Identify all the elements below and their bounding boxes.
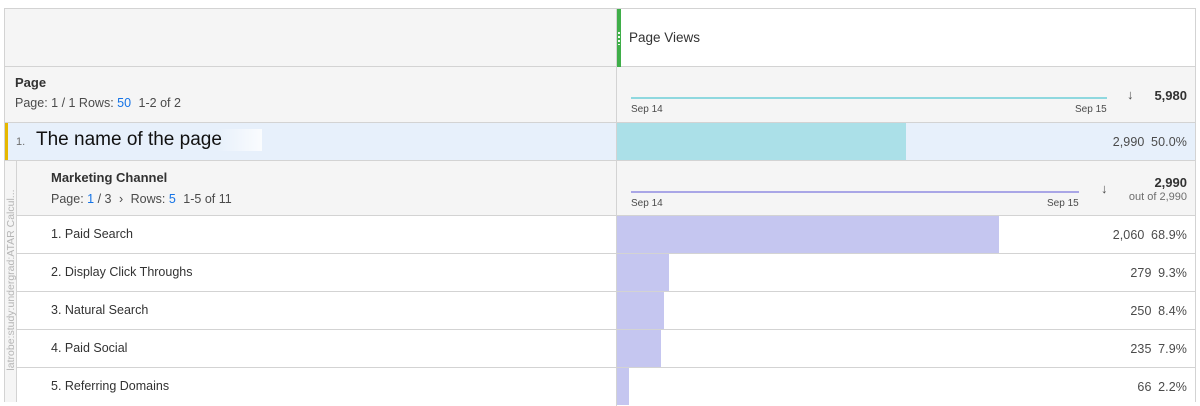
breakdown-title[interactable]: Marketing Channel bbox=[51, 170, 167, 185]
breakdown-row[interactable]: 3. Natural Search 250 8.4% bbox=[17, 292, 1195, 330]
sort-descending-icon[interactable]: ↓ bbox=[1127, 87, 1134, 102]
row-value: 250 bbox=[1130, 304, 1152, 318]
metric-column-header[interactable]: Page Views bbox=[617, 9, 1195, 67]
sparkline-end-label: Sep 15 bbox=[1075, 104, 1107, 115]
row-value: 2,990 bbox=[1112, 135, 1145, 149]
row-value-text: 2,060 68.9% bbox=[1113, 228, 1187, 242]
row-value-bar bbox=[617, 123, 906, 160]
page-sparkline bbox=[631, 97, 1107, 99]
row-value-text: 2,990 50.0% bbox=[1113, 135, 1187, 149]
breakdown-pager: Page: 1 / 3 › Rows: 5 1-5 of 11 bbox=[51, 192, 232, 206]
row-value-text: 66 2.2% bbox=[1137, 380, 1187, 394]
breakdown-total: 2,990 bbox=[1154, 175, 1187, 190]
breakdown-sparkline bbox=[631, 191, 1079, 193]
breakdown-side-label: latrobe:study:undergrad:ATAR Calcul... bbox=[5, 189, 17, 371]
row-value-cell[interactable]: 2,990 50.0% bbox=[617, 123, 1195, 160]
metric-title[interactable]: Page Views bbox=[629, 30, 700, 45]
row-label[interactable]: 3. Natural Search bbox=[51, 303, 148, 317]
pager-range: 1-2 of 2 bbox=[138, 96, 181, 110]
row-percent: 9.3% bbox=[1158, 266, 1187, 280]
rows-label: Rows: bbox=[130, 192, 166, 206]
breakdown-row[interactable]: 1. Paid Search 2,060 68.9% bbox=[17, 216, 1195, 254]
row-label[interactable]: The name of the page bbox=[36, 129, 262, 151]
row-label[interactable]: 5. Referring Domains bbox=[51, 379, 169, 393]
row-value-text: 250 8.4% bbox=[1130, 304, 1187, 318]
breakdown-row[interactable]: 5. Referring Domains 66 2.2% bbox=[17, 368, 1195, 406]
row-value-cell[interactable]: 279 9.3% bbox=[617, 254, 1195, 291]
column-total: 5,980 bbox=[1154, 88, 1187, 103]
column-drag-handle[interactable] bbox=[617, 9, 621, 67]
sparkline-end-label: Sep 15 bbox=[1047, 198, 1079, 209]
row-label[interactable]: 4. Paid Social bbox=[51, 341, 127, 355]
next-page-icon[interactable]: › bbox=[119, 192, 123, 206]
row-value-text: 235 7.9% bbox=[1130, 342, 1187, 356]
column-header-row: Page Views bbox=[5, 9, 1195, 67]
row-value-bar bbox=[617, 330, 661, 367]
row-value: 279 bbox=[1130, 266, 1152, 280]
row-value: 66 bbox=[1137, 380, 1152, 394]
pager-range: 1-5 of 11 bbox=[183, 192, 232, 206]
table-row[interactable]: 1. The name of the page 2,990 50.0% bbox=[5, 123, 1195, 161]
header-empty-cell bbox=[5, 9, 617, 66]
breakdown-total-cell: Sep 14 Sep 15 ↓ 2,990 out of 2,990 bbox=[617, 161, 1195, 215]
dimension-title[interactable]: Page bbox=[15, 75, 46, 90]
row-label-cell[interactable]: 1. The name of the page bbox=[5, 123, 617, 160]
row-percent: 7.9% bbox=[1158, 342, 1187, 356]
row-value: 2,060 bbox=[1112, 228, 1145, 242]
dimension-header-cell: Page Page: 1 / 1 Rows: 50 1-2 of 2 bbox=[5, 67, 617, 122]
row-percent: 50.0% bbox=[1151, 135, 1187, 149]
row-label-cell[interactable]: 5. Referring Domains bbox=[41, 368, 617, 406]
breakdown-header-row: Marketing Channel Page: 1 / 3 › Rows: 5 … bbox=[17, 161, 1195, 216]
breakdown-row[interactable]: 2. Display Click Throughs 279 9.3% bbox=[17, 254, 1195, 292]
sparkline-start-label: Sep 14 bbox=[631, 104, 663, 115]
row-value: 235 bbox=[1130, 342, 1152, 356]
row-label[interactable]: 1. Paid Search bbox=[51, 227, 133, 241]
breakdown-row[interactable]: 4. Paid Social 235 7.9% bbox=[17, 330, 1195, 368]
row-value-cell[interactable]: 66 2.2% bbox=[617, 368, 1195, 406]
breakdown-total-subtext: out of 2,990 bbox=[1128, 191, 1187, 203]
row-label-cell[interactable]: 2. Display Click Throughs bbox=[41, 254, 617, 291]
rows-per-page-select[interactable]: 5 bbox=[169, 192, 176, 206]
row-value-cell[interactable]: 235 7.9% bbox=[617, 330, 1195, 367]
row-value-bar bbox=[617, 368, 629, 405]
row-percent: 2.2% bbox=[1158, 380, 1187, 394]
breakdown-side-strip[interactable]: latrobe:study:undergrad:ATAR Calcul... bbox=[5, 161, 17, 402]
row-label-cell[interactable]: 3. Natural Search bbox=[41, 292, 617, 329]
pager-page-count: / 3 bbox=[97, 192, 112, 206]
dimension-header-row: Page Page: 1 / 1 Rows: 50 1-2 of 2 Sep 1… bbox=[5, 67, 1195, 123]
row-percent: 8.4% bbox=[1158, 304, 1187, 318]
pager-prefix: Page: 1 / 1 Rows: bbox=[15, 96, 114, 110]
sort-descending-icon[interactable]: ↓ bbox=[1101, 181, 1108, 196]
dimension-total-cell: Sep 14 Sep 15 ↓ 5,980 bbox=[617, 67, 1195, 122]
sparkline-start-label: Sep 14 bbox=[631, 198, 663, 209]
breakdown-header-cell: Marketing Channel Page: 1 / 3 › Rows: 5 … bbox=[41, 161, 617, 215]
row-value-bar bbox=[617, 216, 999, 253]
dimension-pager: Page: 1 / 1 Rows: 50 1-2 of 2 bbox=[15, 96, 181, 110]
row-value-text: 279 9.3% bbox=[1130, 266, 1187, 280]
grip-dots-icon bbox=[618, 31, 620, 45]
row-index: 1. bbox=[16, 136, 26, 148]
freeform-table: Page Views Page Page: 1 / 1 Rows: 50 1-2… bbox=[4, 8, 1196, 406]
row-value-cell[interactable]: 2,060 68.9% bbox=[617, 216, 1195, 253]
row-value-bar bbox=[617, 254, 669, 291]
row-label[interactable]: 2. Display Click Throughs bbox=[51, 265, 193, 279]
row-value-cell[interactable]: 250 8.4% bbox=[617, 292, 1195, 329]
rows-per-page-select[interactable]: 50 bbox=[117, 96, 131, 110]
pager-page-label: Page: bbox=[51, 192, 84, 206]
row-label-cell[interactable]: 1. Paid Search bbox=[41, 216, 617, 253]
pager-page-input[interactable]: 1 bbox=[87, 192, 94, 206]
row-percent: 68.9% bbox=[1151, 228, 1187, 242]
row-label-cell[interactable]: 4. Paid Social bbox=[41, 330, 617, 367]
row-value-bar bbox=[617, 292, 664, 329]
